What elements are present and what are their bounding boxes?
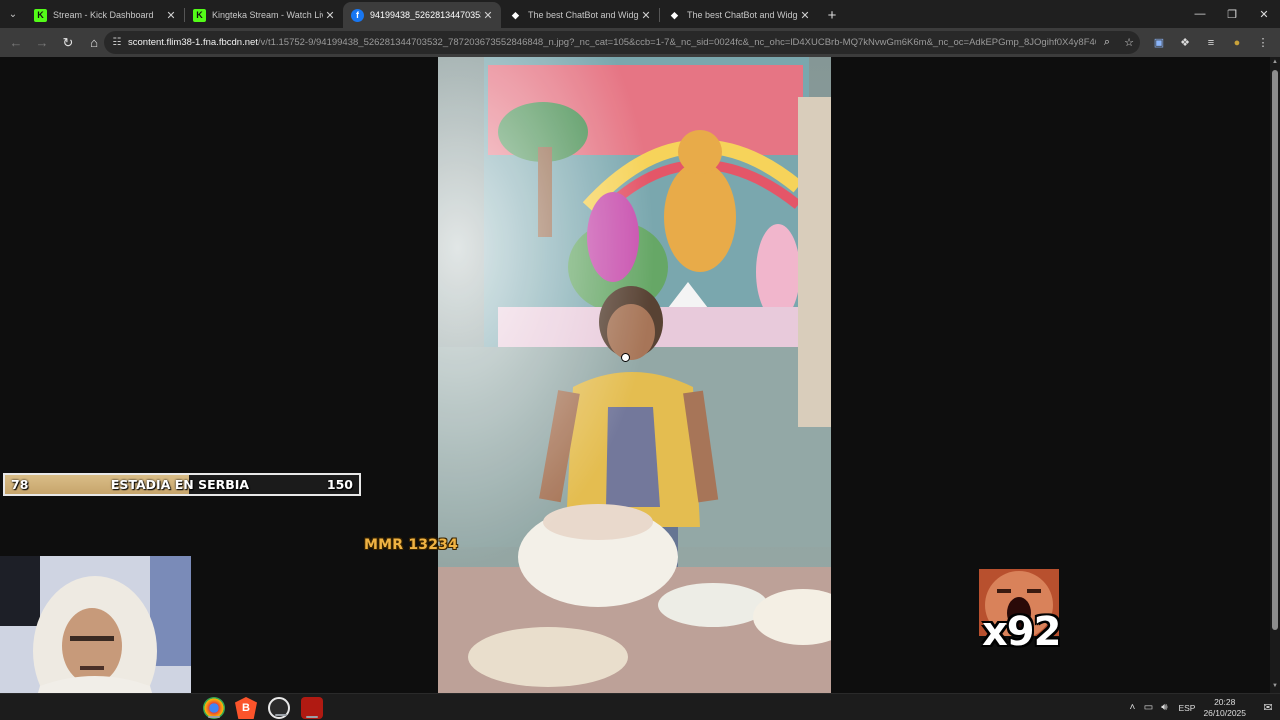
back-icon[interactable]: ← xyxy=(4,31,28,55)
tab-streamelements-1[interactable]: ◆ The best ChatBot and Widgets ✕ xyxy=(501,2,659,28)
vertical-scrollbar[interactable]: ▲ ▼ xyxy=(1270,57,1280,693)
window-controls: — ❐ ✕ xyxy=(1184,0,1280,28)
close-icon[interactable]: ✕ xyxy=(323,9,337,22)
tab-search-menu-icon[interactable]: ⌄ xyxy=(0,0,26,28)
brave-icon[interactable]: B xyxy=(235,697,257,719)
goal-title-wrap: ESTADIA EN SERBIA xyxy=(5,475,359,494)
photo-illustration xyxy=(438,57,831,693)
goal-target: 150 xyxy=(326,477,353,492)
volume-icon[interactable]: 🔊︎ xyxy=(1156,702,1172,713)
media-control-icon[interactable]: ≡ xyxy=(1198,30,1224,55)
site-info-icon[interactable]: ☷ xyxy=(106,31,128,54)
url-host: scontent.flim38-1.fna.fbcdn.net xyxy=(128,37,258,48)
system-tray: ˄ ▭ 🔊︎ ESP 20:28 26/10/2025 ✉ xyxy=(1124,694,1280,720)
displayed-photo[interactable] xyxy=(438,57,831,693)
tab-streamelements-2[interactable]: ◆ The best ChatBot and Widgets ✕ xyxy=(660,2,818,28)
zoom-cursor-icon xyxy=(621,353,630,362)
close-icon[interactable]: ✕ xyxy=(639,9,653,22)
scroll-thumb[interactable] xyxy=(1272,70,1278,630)
donation-goal-bar: 78 ESTADIA EN SERBIA 150 xyxy=(3,473,361,496)
streamelements-icon: ◆ xyxy=(671,9,678,20)
forward-icon[interactable]: → xyxy=(30,31,54,55)
mmr-counter: MMR 13234 xyxy=(364,537,459,553)
language-indicator[interactable]: ESP xyxy=(1178,703,1195,713)
toolbar-actions: ▣ ❖ ≡ ● ⋮ xyxy=(1146,30,1276,55)
extensions-icon[interactable]: ❖ xyxy=(1172,30,1198,55)
tab-title: The best ChatBot and Widgets xyxy=(687,10,798,20)
dota-icon[interactable] xyxy=(301,697,323,719)
restore-icon[interactable]: ❐ xyxy=(1216,0,1248,28)
active-indicator xyxy=(208,716,220,718)
goal-title: ESTADIA EN SERBIA xyxy=(110,477,250,492)
streamelements-icon: ◆ xyxy=(512,9,519,20)
address-bar[interactable]: ☷ scontent.flim38-1.fna.fbcdn.net/v/t1.1… xyxy=(104,31,1140,54)
scroll-down-icon[interactable]: ▼ xyxy=(1271,683,1279,691)
browser-toolbar: ← → ↻ ⌂ ☷ scontent.flim38-1.fna.fbcdn.ne… xyxy=(0,28,1280,57)
screen: ⌄ K Stream - Kick Dashboard ✕ K Kingteka… xyxy=(0,0,1280,720)
obs-icon[interactable] xyxy=(268,697,290,719)
scroll-up-icon[interactable]: ▲ xyxy=(1271,59,1279,67)
tab-facebook-image[interactable]: f 94199438_526281344703532_7 ✕ xyxy=(343,2,501,28)
zoom-icon[interactable]: ⌕ xyxy=(1096,31,1118,54)
kick-icon: K xyxy=(193,8,206,22)
emote-combo-counter: x92 xyxy=(982,609,1061,655)
tab-kick-dashboard[interactable]: K Stream - Kick Dashboard ✕ xyxy=(26,2,184,28)
kick-icon: K xyxy=(34,8,47,22)
tab-title: The best ChatBot and Widgets xyxy=(528,10,639,20)
tray-overflow-icon[interactable]: ˄ xyxy=(1124,702,1140,713)
windows-taskbar: B ˄ ▭ 🔊︎ ESP 20:28 26/10/2025 ✉ xyxy=(0,693,1280,720)
clock-date: 26/10/2025 xyxy=(1203,707,1246,718)
profile-avatar-icon[interactable]: ● xyxy=(1224,30,1250,55)
home-icon[interactable]: ⌂ xyxy=(82,31,106,55)
bookmark-star-icon[interactable]: ☆ xyxy=(1118,31,1140,54)
notifications-icon[interactable]: ✉ xyxy=(1256,701,1280,714)
tab-kingteka-stream[interactable]: K Kingteka Stream - Watch Live o ✕ xyxy=(185,2,343,28)
reload-icon[interactable]: ↻ xyxy=(56,31,80,55)
menu-kebab-icon[interactable]: ⋮ xyxy=(1250,30,1276,55)
chrome-icon[interactable] xyxy=(203,697,225,719)
clock[interactable]: 20:28 26/10/2025 xyxy=(1203,697,1246,719)
close-window-icon[interactable]: ✕ xyxy=(1248,0,1280,28)
minimize-icon[interactable]: — xyxy=(1184,0,1216,28)
clock-time: 20:28 xyxy=(1214,696,1236,707)
close-icon[interactable]: ✕ xyxy=(481,9,495,22)
network-icon[interactable]: ▭ xyxy=(1140,702,1156,713)
new-tab-button[interactable]: + xyxy=(818,2,846,28)
tab-strip: ⌄ K Stream - Kick Dashboard ✕ K Kingteka… xyxy=(0,0,1280,28)
tab-title: 94199438_526281344703532_7 xyxy=(370,10,481,20)
active-indicator xyxy=(275,714,287,716)
tab-title: Kingteka Stream - Watch Live o xyxy=(212,10,323,20)
active-indicator xyxy=(306,716,318,718)
url-path: /v/t1.15752-9/94199438_526281344703532_7… xyxy=(257,37,1096,48)
close-icon[interactable]: ✕ xyxy=(164,9,178,22)
url-text[interactable]: scontent.flim38-1.fna.fbcdn.net/v/t1.157… xyxy=(128,37,1096,48)
tab-title: Stream - Kick Dashboard xyxy=(53,10,154,20)
translate-icon[interactable]: ▣ xyxy=(1146,30,1172,55)
facebook-icon: f xyxy=(351,8,364,22)
close-icon[interactable]: ✕ xyxy=(798,9,812,22)
